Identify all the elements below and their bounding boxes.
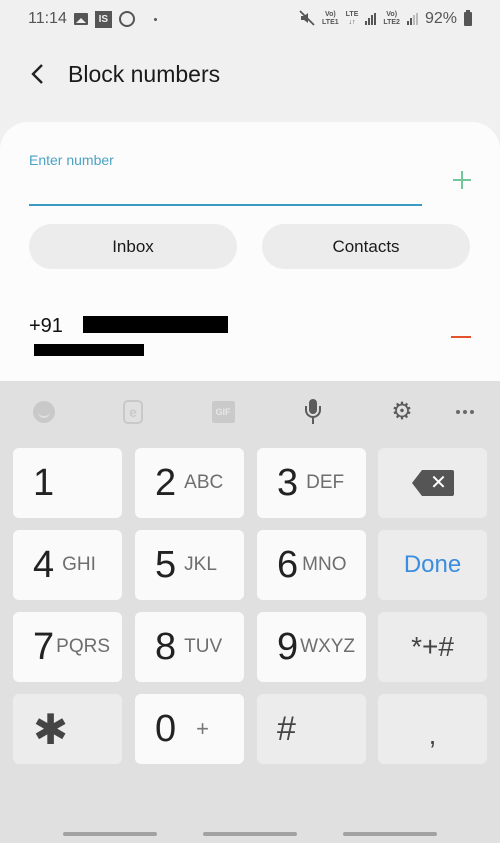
symbols-key[interactable]: *+# [378, 612, 487, 682]
key-0[interactable]: 0 + [135, 694, 244, 764]
key-6[interactable]: 6 MNO [257, 530, 366, 600]
keyboard-toolbar: e GIF ⚙ [0, 381, 500, 441]
voice-input-button[interactable] [300, 399, 326, 425]
sim2-volte-indicator: Vo) LTE2 [383, 11, 400, 27]
key-8[interactable]: 8 TUV [135, 612, 244, 682]
status-bar: 11:14 IS Vo) LTE1 LTE ↓↑ Vo) LTE2 92% [0, 0, 500, 38]
key-7[interactable]: 7 PQRS [13, 612, 122, 682]
blocked-contact-name [29, 342, 151, 358]
backspace-x: ✕ [430, 472, 447, 494]
key-digit: 0 [155, 708, 177, 750]
star-key[interactable]: ✱ [13, 694, 122, 764]
number-input[interactable] [29, 174, 422, 206]
key-digit: 5 [155, 544, 177, 586]
done-key[interactable]: Done [378, 530, 487, 600]
image-notification-icon [73, 13, 88, 25]
gear-icon: ⚙ [391, 398, 413, 425]
whatsapp-notification-icon [118, 11, 135, 27]
blocked-number-item: +91 [29, 312, 474, 367]
enter-number-label: Enter number [29, 152, 114, 168]
comma-key[interactable]: , [378, 694, 487, 764]
sim1-signal-icon [365, 13, 377, 25]
more-notifications-dot-icon [153, 17, 157, 21]
remove-blocked-number-button[interactable] [451, 330, 471, 344]
key-letters: GHI [62, 554, 96, 575]
back-nav-button[interactable] [343, 832, 437, 836]
key-3[interactable]: 3 DEF [257, 448, 366, 518]
sticker-icon: e [123, 400, 143, 424]
key-digit: 6 [277, 544, 299, 586]
key-digit: 1 [33, 462, 55, 504]
mic-icon [303, 399, 323, 425]
numeric-keyboard: e GIF ⚙ 1 2 ABC 3 DEF ✕ 4 GHI 5 JKL 6 MNO Don… [0, 381, 500, 843]
backspace-icon: ✕ [411, 470, 454, 496]
redaction-bar [83, 316, 228, 333]
page-title: Block numbers [68, 60, 221, 87]
key-plus: + [196, 716, 209, 741]
key-letters: WXYZ [300, 636, 356, 657]
key-digit: 9 [277, 626, 299, 668]
emoji-icon [33, 401, 55, 423]
is-app-notification-icon: IS [94, 10, 112, 28]
clock: 11:14 [28, 10, 67, 27]
gif-icon: GIF [211, 401, 235, 423]
sim2-bottom: LTE2 [383, 19, 400, 26]
home-nav-button[interactable] [203, 832, 297, 836]
key-2[interactable]: 2 ABC [135, 448, 244, 518]
backspace-key[interactable]: ✕ [378, 448, 487, 518]
lte-data-indicator: LTE ↓↑ [346, 11, 359, 27]
navigation-bar [0, 820, 500, 843]
inbox-button[interactable]: Inbox [29, 224, 237, 269]
mute-icon [299, 9, 315, 29]
status-left: 11:14 IS [28, 10, 157, 28]
sim1-volte-indicator: Vo) LTE1 [322, 11, 339, 27]
sim2-signal-icon [406, 13, 418, 25]
key-letters: DEF [306, 472, 345, 493]
symbols-label: *+# [411, 631, 454, 662]
redaction-bar [34, 344, 144, 356]
done-label: Done [403, 551, 462, 578]
hash-key[interactable]: # [257, 694, 366, 764]
back-button[interactable] [18, 54, 58, 94]
key-letters: MNO [302, 554, 347, 575]
key-5[interactable]: 5 JKL [135, 530, 244, 600]
key-4[interactable]: 4 GHI [13, 530, 122, 600]
chevron-left-icon [31, 64, 43, 84]
more-options-button[interactable] [452, 399, 478, 425]
more-icon [456, 410, 474, 414]
contacts-button[interactable]: Contacts [262, 224, 470, 269]
sticker-button[interactable]: e [120, 399, 146, 425]
blocked-number: +91 [29, 312, 228, 338]
recents-nav-button[interactable] [63, 832, 157, 836]
key-letters: ABC [184, 472, 224, 493]
key-9[interactable]: 9 WXYZ [257, 612, 366, 682]
battery-percent: 92% [424, 10, 457, 27]
number-prefix: +91 [29, 315, 63, 337]
key-digit: 4 [33, 544, 55, 586]
key-letters: TUV [184, 636, 223, 657]
app-header: Block numbers [0, 52, 500, 96]
key-letters: PQRS [56, 636, 110, 657]
key-digit: 2 [155, 462, 177, 504]
key-1[interactable]: 1 [13, 448, 122, 518]
gif-button[interactable]: GIF [210, 399, 236, 425]
key-digit: 7 [33, 626, 55, 668]
emoji-button[interactable] [31, 399, 57, 425]
key-digit: 8 [155, 626, 177, 668]
hash-label: # [277, 709, 296, 748]
sim1-top: Vo) [324, 11, 336, 18]
keyboard-settings-button[interactable]: ⚙ [389, 399, 415, 425]
comma-label: , [428, 719, 437, 750]
data-bottom: ↓↑ [348, 19, 356, 26]
star-label: ✱ [33, 705, 69, 753]
data-top: LTE [345, 11, 359, 18]
sim2-top: Vo) [386, 11, 398, 18]
status-right: Vo) LTE1 LTE ↓↑ Vo) LTE2 92% [299, 9, 472, 29]
key-digit: 3 [277, 462, 299, 504]
battery-icon [464, 10, 472, 26]
key-letters: JKL [184, 554, 217, 575]
add-number-button[interactable] [448, 166, 476, 194]
block-number-card: Enter number Inbox Contacts +91 [0, 122, 500, 392]
sim1-bottom: LTE1 [322, 19, 339, 26]
